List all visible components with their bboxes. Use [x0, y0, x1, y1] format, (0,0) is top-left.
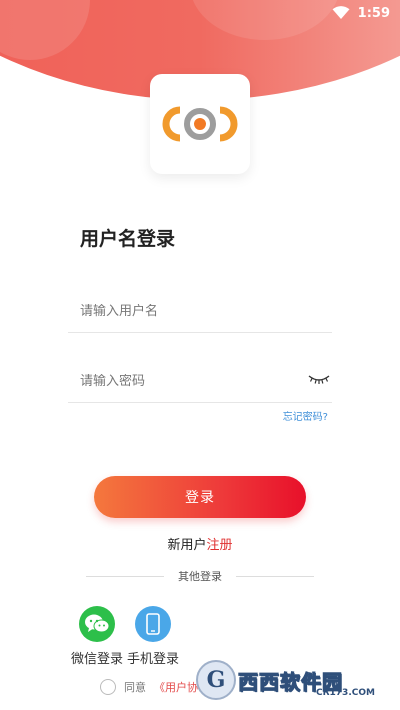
- agree-checkbox[interactable]: [100, 679, 116, 695]
- username-input[interactable]: [68, 303, 300, 319]
- agree-label: 同意: [124, 681, 146, 694]
- divider-line: [236, 575, 314, 577]
- register-link[interactable]: 注册: [207, 538, 233, 553]
- app-logo: [150, 74, 250, 174]
- password-row: [68, 360, 332, 403]
- other-login-divider: 其他登录: [0, 568, 400, 584]
- eye-closed-icon[interactable]: [308, 374, 330, 386]
- phone-login-button[interactable]: 手机登录: [126, 606, 180, 667]
- watermark-site: CR173.COM: [316, 688, 375, 698]
- watermark-g-icon: G: [196, 660, 236, 700]
- phone-login-label: 手机登录: [126, 652, 179, 667]
- divider-line: [86, 575, 164, 577]
- new-user-label: 新用户: [167, 538, 207, 553]
- phone-icon[interactable]: [135, 606, 171, 642]
- wechat-login-button[interactable]: 微信登录: [70, 606, 124, 667]
- wechat-login-label: 微信登录: [70, 652, 123, 667]
- status-time: 1:59: [357, 5, 390, 21]
- forgot-password-link[interactable]: 忘记密码?: [283, 408, 328, 423]
- login-button[interactable]: 登录: [94, 476, 306, 518]
- page-title: 用户名登录: [80, 228, 176, 250]
- agreement-row: 同意 《用户协议: [100, 678, 209, 696]
- username-row: [68, 290, 332, 333]
- register-row: 新用户注册: [0, 534, 400, 553]
- password-input[interactable]: [68, 373, 300, 389]
- other-login-label: 其他登录: [178, 570, 222, 583]
- logo-icon: [162, 106, 238, 142]
- wechat-icon[interactable]: [79, 606, 115, 642]
- wifi-icon: [332, 6, 350, 19]
- watermark-logo: G 西西软件园 CR173.COM: [196, 658, 388, 702]
- status-bar: 1:59: [332, 3, 390, 23]
